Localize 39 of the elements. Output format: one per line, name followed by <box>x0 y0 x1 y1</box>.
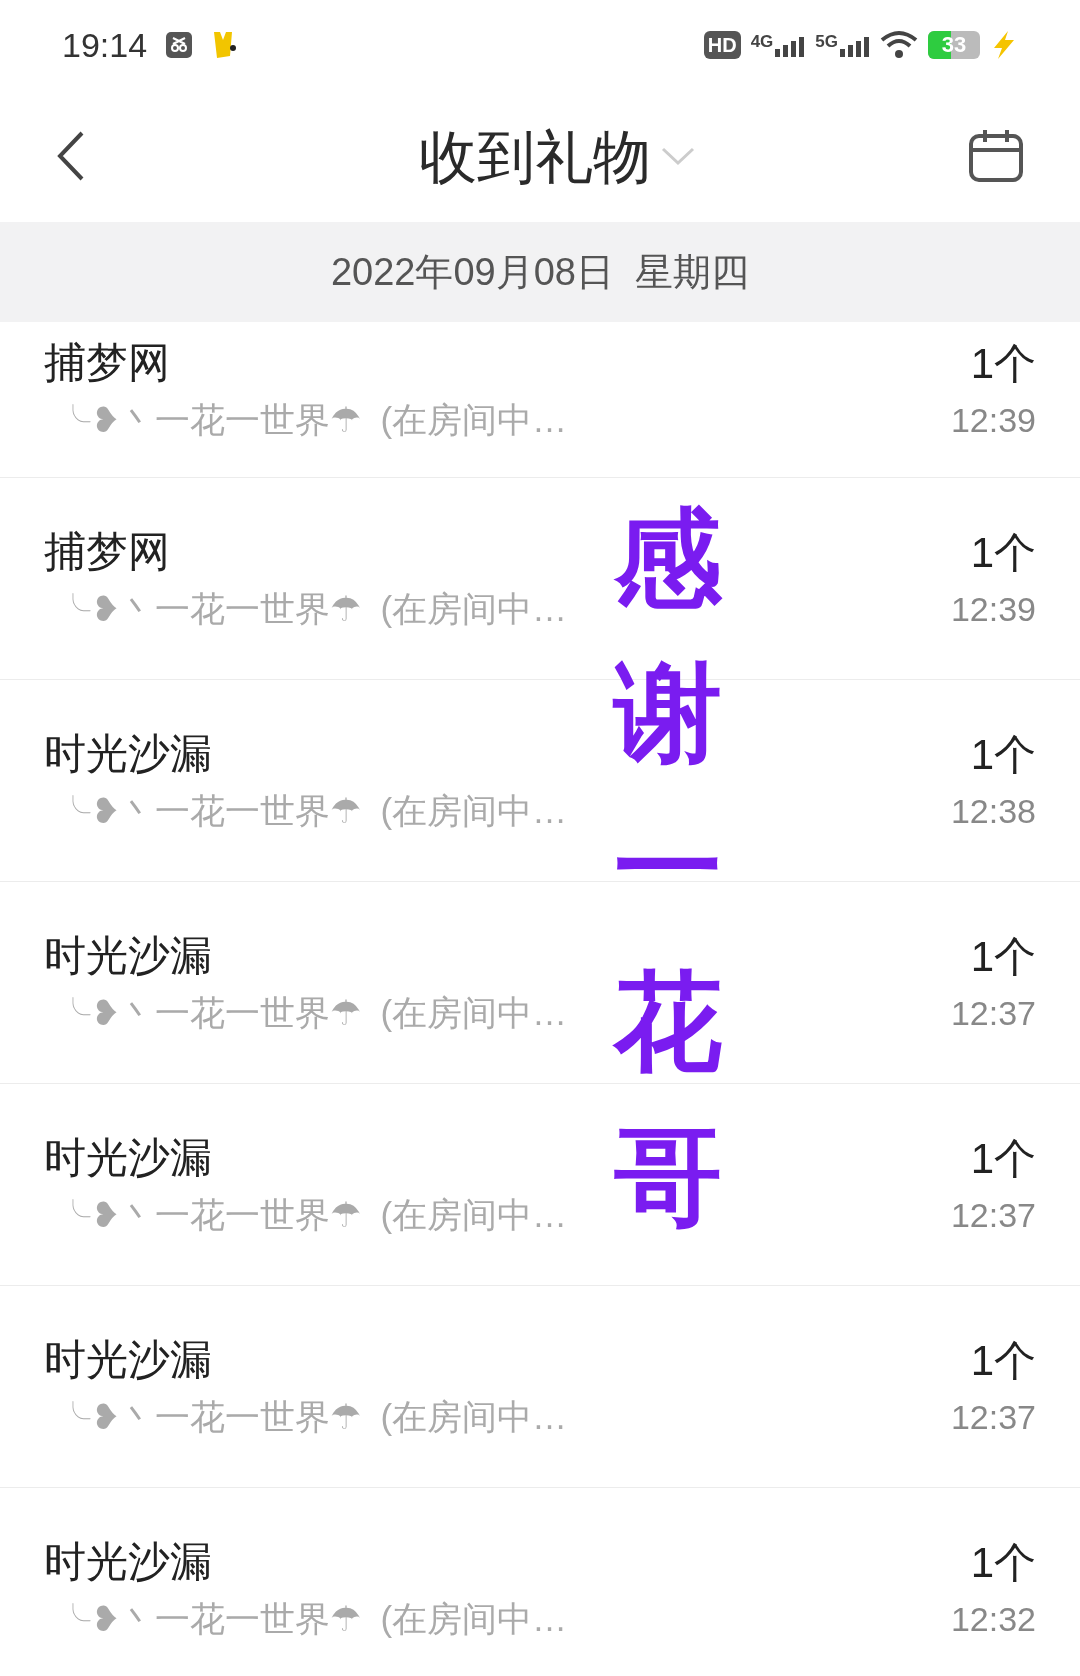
gift-time: 12:32 <box>950 1598 1036 1640</box>
gift-count: 1个 <box>970 1538 1036 1588</box>
screen-record-icon <box>165 31 194 59</box>
sender-name: ╰❥丶一花一世界☂ (在房间中… <box>55 1193 568 1236</box>
wifi-icon <box>880 30 918 60</box>
sender-name: ╰❥丶一花一世界☂ (在房间中… <box>55 1597 568 1640</box>
chevron-down-icon <box>661 146 695 166</box>
sender-name: ╰❥丶一花一世界☂ (在房间中… <box>55 991 568 1034</box>
overlay-caption: 感谢一花哥 <box>614 497 722 1239</box>
gift-name: 捕梦网 <box>44 338 171 389</box>
gift-time: 12:39 <box>950 588 1036 630</box>
gift-name: 时光沙漏 <box>44 1133 213 1184</box>
network-type-label: 5G <box>815 33 838 50</box>
gift-count: 1个 <box>970 528 1036 578</box>
network-type-label: 4G <box>750 33 774 50</box>
calendar-button[interactable] <box>968 128 1024 184</box>
title-dropdown[interactable]: 收到礼物 <box>419 112 695 200</box>
gift-count: 1个 <box>970 932 1036 982</box>
gift-time: 12:39 <box>950 399 1036 441</box>
sender-name: ╰❥丶一花一世界☂ (在房间中… <box>55 789 568 832</box>
date-label: 2022年09月08日 星期四 <box>330 249 750 295</box>
gift-count: 1个 <box>970 730 1036 780</box>
gift-count: 1个 <box>970 1336 1036 1386</box>
gift-name: 时光沙漏 <box>44 931 213 982</box>
sender-name: ╰❥丶一花一世界☂ (在房间中… <box>55 587 568 630</box>
status-time: 19:14 <box>62 24 148 66</box>
gift-name: 捕梦网 <box>44 527 171 578</box>
sender-name: ╰❥丶一花一世界☂ (在房间中… <box>55 1395 568 1438</box>
gift-count: 1个 <box>970 339 1036 389</box>
gift-count: 1个 <box>970 1134 1036 1184</box>
gift-name: 时光沙漏 <box>44 1335 213 1386</box>
gift-time: 12:38 <box>950 790 1036 832</box>
gift-time: 12:37 <box>950 1396 1036 1438</box>
gift-name: 时光沙漏 <box>44 1537 213 1588</box>
gift-time: 12:37 <box>950 1194 1036 1236</box>
sender-name: ╰❥丶一花一世界☂ (在房间中… <box>55 398 568 441</box>
hd-indicator: HD <box>703 31 741 59</box>
gift-name: 时光沙漏 <box>44 729 213 780</box>
gift-time: 12:37 <box>950 992 1036 1034</box>
